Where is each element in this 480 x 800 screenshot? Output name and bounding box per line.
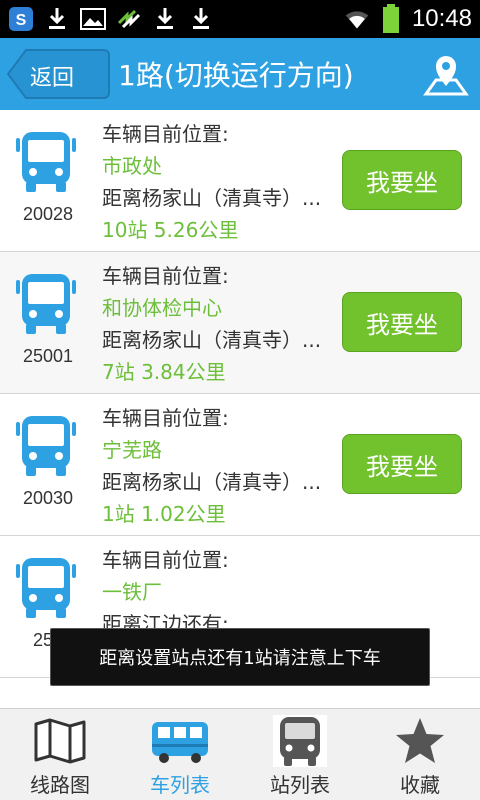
current-location: 市政处 <box>102 154 162 178</box>
download-icon <box>44 6 70 32</box>
svg-text:S: S <box>16 12 27 29</box>
bus-info: 车辆目前位置: 宁芜路 距离杨家山（清真寺）... 1站 1.02公里 <box>102 402 342 530</box>
notification-icons: S <box>8 4 214 34</box>
wifi-icon <box>344 6 370 32</box>
tab-label: 站列表 <box>270 773 330 797</box>
tab-station-list[interactable]: 站列表 <box>240 709 360 800</box>
stops-distance: 10站 5.26公里 <box>102 218 239 242</box>
bus-icon <box>14 558 78 618</box>
status-bar: S 10:48 <box>0 0 480 38</box>
location-map-button[interactable] <box>418 46 474 102</box>
sync-icon <box>116 6 142 32</box>
battery-icon <box>378 4 404 33</box>
bus-icon <box>14 416 78 476</box>
distance-text: 距离杨家山（清真寺）... <box>102 186 322 210</box>
current-location: 和协体检中心 <box>102 296 222 320</box>
download-icon <box>152 6 178 32</box>
ride-button[interactable]: 我要坐 <box>342 292 462 352</box>
back-button-label: 返回 <box>30 66 75 91</box>
bottom-tab-bar: 线路图 车列表 站列表 收藏 <box>0 708 480 800</box>
ride-button[interactable]: 我要坐 <box>342 434 462 494</box>
tab-route-map[interactable]: 线路图 <box>0 709 120 800</box>
bus-row[interactable]: 25001 车辆目前位置: 和协体检中心 距离杨家山（清真寺）... 7站 3.… <box>0 252 480 394</box>
position-label: 车辆目前位置: <box>102 406 229 430</box>
back-button[interactable]: 返回 <box>6 48 110 100</box>
position-label: 车辆目前位置: <box>102 264 229 288</box>
download-icon <box>188 6 214 32</box>
clock: 10:48 <box>411 5 472 32</box>
sogou-app-icon: S <box>8 6 34 32</box>
position-label: 车辆目前位置: <box>102 122 229 146</box>
toast-message: 距离设置站点还有1站请注意上下车 <box>50 628 430 686</box>
page-title[interactable]: 1路(切换运行方向) <box>118 54 354 94</box>
image-icon <box>80 6 106 32</box>
tab-bus-list[interactable]: 车列表 <box>120 709 240 800</box>
ride-button[interactable]: 我要坐 <box>342 150 462 210</box>
distance-text: 距离杨家山（清真寺）... <box>102 470 322 494</box>
distance-text: 距离杨家山（清真寺）... <box>102 328 322 352</box>
current-location: 一铁厂 <box>102 580 162 604</box>
bus-info: 车辆目前位置: 和协体检中心 距离杨家山（清真寺）... 7站 3.84公里 <box>102 260 342 388</box>
bus-info: 车辆目前位置: 一铁厂 距离江边还有: <box>102 544 342 640</box>
bus-info: 车辆目前位置: 市政处 距离杨家山（清真寺）... 10站 5.26公里 <box>102 118 342 246</box>
tab-favorites[interactable]: 收藏 <box>360 709 480 800</box>
bus-icon <box>14 132 78 192</box>
bus-list-icon <box>150 715 210 767</box>
star-icon <box>390 715 450 767</box>
map-pin-icon <box>423 56 469 96</box>
position-label: 车辆目前位置: <box>102 548 229 572</box>
bus-number: 20030 <box>22 488 74 508</box>
stops-distance: 7站 3.84公里 <box>102 360 226 384</box>
title-bar: 返回 1路(切换运行方向) <box>0 38 480 110</box>
bus-row[interactable]: 20028 车辆目前位置: 市政处 距离杨家山（清真寺）... 10站 5.26… <box>0 110 480 252</box>
station-bus-icon <box>270 715 330 767</box>
tab-label: 收藏 <box>400 773 440 797</box>
bus-row[interactable]: 20030 车辆目前位置: 宁芜路 距离杨家山（清真寺）... 1站 1.02公… <box>0 394 480 536</box>
bus-number: 25001 <box>22 346 74 366</box>
map-icon <box>30 715 90 767</box>
stops-distance: 1站 1.02公里 <box>102 502 226 526</box>
current-location: 宁芜路 <box>102 438 162 462</box>
tab-label: 车列表 <box>150 773 210 797</box>
tab-label: 线路图 <box>30 773 90 797</box>
bus-icon <box>14 274 78 334</box>
bus-number: 20028 <box>22 204 74 224</box>
